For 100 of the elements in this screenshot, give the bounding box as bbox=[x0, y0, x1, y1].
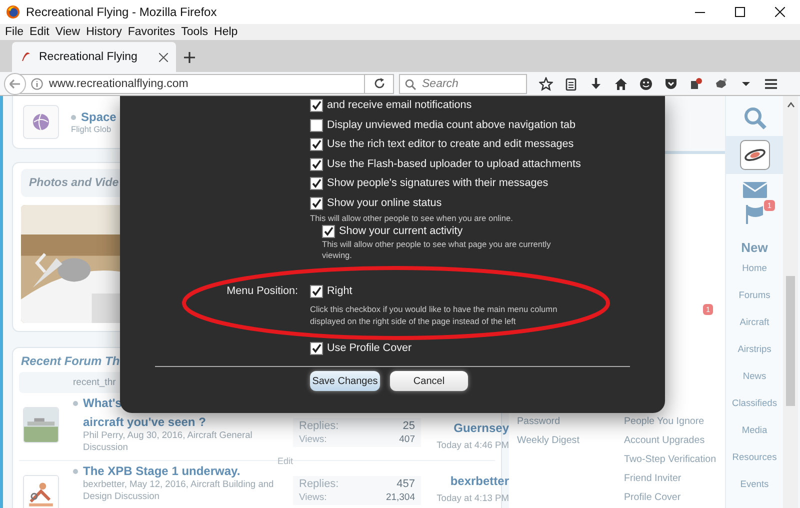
field-label: Menu Position: bbox=[226, 284, 298, 299]
bookmark-star-icon[interactable] bbox=[539, 76, 553, 90]
thread-meta: Phil Perry, Aug 30, 2016, Aircraft General Discussion bbox=[83, 430, 254, 453]
menu-item[interactable]: Edit bbox=[26, 26, 52, 38]
address-field[interactable]: www.recreationalflying.com bbox=[20, 74, 364, 94]
mail-icon[interactable] bbox=[742, 182, 766, 198]
globe-logo-icon bbox=[32, 113, 50, 131]
browser-tab[interactable]: Recreational Flying bbox=[12, 42, 176, 72]
checkbox-label: Show your online status bbox=[327, 196, 442, 210]
menu-item[interactable]: Tools bbox=[178, 26, 212, 38]
thread-link[interactable]: What's bbox=[83, 396, 122, 411]
account-link[interactable]: Profile Cover bbox=[624, 488, 716, 507]
checkbox-label: Show people's signatures with their messages bbox=[327, 176, 548, 191]
menu-item[interactable]: History bbox=[83, 26, 125, 38]
section-title: Recent Forum Th bbox=[20, 354, 120, 368]
checkbox-label: Use the Flash-based uploader to upload attachments bbox=[327, 156, 581, 172]
thread-stats: Replies: 457 Views: 21,304 bbox=[293, 476, 421, 505]
save-button[interactable]: Save Changes bbox=[310, 371, 380, 391]
hint-text: Click this checkbox if you would like to have the main menu column displayed on the right side of the page instead of the left bbox=[310, 302, 558, 326]
close-icon[interactable] bbox=[159, 52, 168, 62]
nav-link[interactable]: Media bbox=[742, 417, 768, 444]
menu-item[interactable]: Favorites bbox=[124, 26, 178, 38]
last-post-time: Today at 4:13 PM bbox=[436, 493, 509, 503]
last-poster[interactable]: bexrbetter bbox=[450, 474, 509, 488]
nav-link[interactable]: Aircraft bbox=[740, 309, 770, 336]
checkbox[interactable] bbox=[310, 118, 323, 132]
pocket-icon[interactable] bbox=[664, 76, 678, 90]
menu-item[interactable]: View bbox=[52, 26, 84, 38]
thread-stats: Replies: 25 Views: 407 bbox=[293, 418, 421, 447]
extension-icon[interactable] bbox=[689, 76, 703, 90]
checkbox-label: Right bbox=[327, 284, 352, 299]
back-button[interactable] bbox=[4, 72, 26, 94]
scrollbar-thumb[interactable] bbox=[786, 276, 795, 406]
nav-link[interactable]: Resources bbox=[732, 444, 777, 471]
new-tab-icon[interactable] bbox=[184, 52, 195, 62]
checkbox-label: Use Profile Cover bbox=[327, 340, 412, 356]
account-link[interactable]: Password bbox=[517, 412, 624, 431]
info-icon bbox=[31, 78, 43, 90]
checkbox[interactable] bbox=[310, 177, 323, 190]
nav-link[interactable]: Events bbox=[740, 471, 769, 498]
checkbox[interactable] bbox=[322, 225, 335, 238]
window-title: Recreational Flying - Mozilla Firefox bbox=[26, 5, 217, 19]
section-title: Photos and Vide bbox=[29, 177, 119, 189]
back-arrow-icon bbox=[9, 78, 21, 88]
nav-link[interactable]: Airstrips bbox=[738, 336, 772, 363]
nav-link[interactable]: Forums bbox=[738, 282, 770, 309]
bullet-dot bbox=[73, 469, 78, 474]
bullet-dot bbox=[71, 114, 76, 120]
checkbox[interactable] bbox=[310, 158, 323, 171]
nav-link[interactable]: News bbox=[742, 363, 766, 390]
thread-link[interactable]: aircraft you've seen ? bbox=[83, 415, 206, 430]
maximize-icon[interactable] bbox=[735, 7, 745, 17]
menu-icon[interactable] bbox=[764, 76, 778, 90]
menu-item[interactable]: File bbox=[2, 26, 27, 38]
last-poster[interactable]: Guernsey bbox=[454, 421, 509, 435]
checkbox[interactable] bbox=[310, 138, 323, 152]
flag-icon[interactable] bbox=[744, 204, 764, 224]
column-header[interactable]: recent_thr bbox=[73, 377, 116, 388]
checkbox[interactable] bbox=[310, 285, 323, 298]
search-icon[interactable] bbox=[742, 106, 766, 130]
download-icon[interactable] bbox=[589, 76, 603, 90]
account-link[interactable]: Weekly Digest bbox=[517, 431, 624, 450]
home-icon[interactable] bbox=[614, 76, 628, 90]
checkbox-label: Use the rich text editor to create and edit messages bbox=[327, 137, 574, 152]
search-icon bbox=[405, 78, 416, 90]
headline-link[interactable]: Space bbox=[81, 110, 116, 124]
account-link[interactable]: Account Upgrades bbox=[624, 431, 716, 450]
last-post-time: Today at 4:46 PM bbox=[436, 440, 509, 450]
puzzle-icon[interactable] bbox=[714, 76, 728, 90]
cancel-button[interactable]: Cancel bbox=[390, 371, 468, 391]
nav-link[interactable]: Classifieds bbox=[732, 390, 777, 417]
clipboard-icon[interactable] bbox=[564, 76, 578, 90]
checkbox[interactable] bbox=[310, 99, 323, 112]
nav-heading[interactable]: New bbox=[741, 240, 768, 255]
avatar-tab[interactable] bbox=[726, 136, 783, 174]
smiley-icon[interactable] bbox=[639, 76, 653, 90]
menu-item[interactable]: Help bbox=[211, 26, 241, 38]
hint-text: This will allow other people to see what page you are currently viewing. bbox=[322, 239, 552, 260]
nav-link[interactable]: Home bbox=[742, 255, 767, 282]
close-icon[interactable] bbox=[775, 7, 785, 17]
account-link[interactable]: Two-Step Verification bbox=[624, 450, 716, 469]
scroll-up-icon[interactable] bbox=[787, 102, 795, 108]
thread-link[interactable]: The XPB Stage 1 underway. bbox=[83, 464, 240, 479]
checkbox-label: and receive email notifications bbox=[327, 98, 472, 113]
site-logo-icon bbox=[20, 51, 32, 63]
search-field[interactable]: Search bbox=[399, 74, 527, 94]
edit-link[interactable]: Edit bbox=[277, 456, 293, 466]
news-meta: Flight Glob bbox=[71, 124, 112, 134]
firefox-logo-icon bbox=[6, 5, 20, 19]
checkbox[interactable] bbox=[310, 196, 323, 210]
reload-button[interactable] bbox=[364, 74, 394, 94]
account-link[interactable]: People You Ignore bbox=[624, 412, 716, 431]
checkbox-label: Show your current activity bbox=[339, 224, 463, 239]
hint-text: This will allow other people to see when you are online. bbox=[310, 213, 513, 224]
checkbox-label: Display unviewed media count above navigation tab bbox=[327, 118, 576, 132]
thread-meta: bexrbetter, May 12, 2016, Aircraft Building and Design Discussion bbox=[83, 479, 275, 502]
bullet-dot bbox=[73, 401, 78, 406]
account-link[interactable]: Friend Inviter bbox=[624, 469, 716, 488]
checkbox[interactable] bbox=[310, 342, 323, 355]
reload-icon bbox=[374, 78, 384, 89]
